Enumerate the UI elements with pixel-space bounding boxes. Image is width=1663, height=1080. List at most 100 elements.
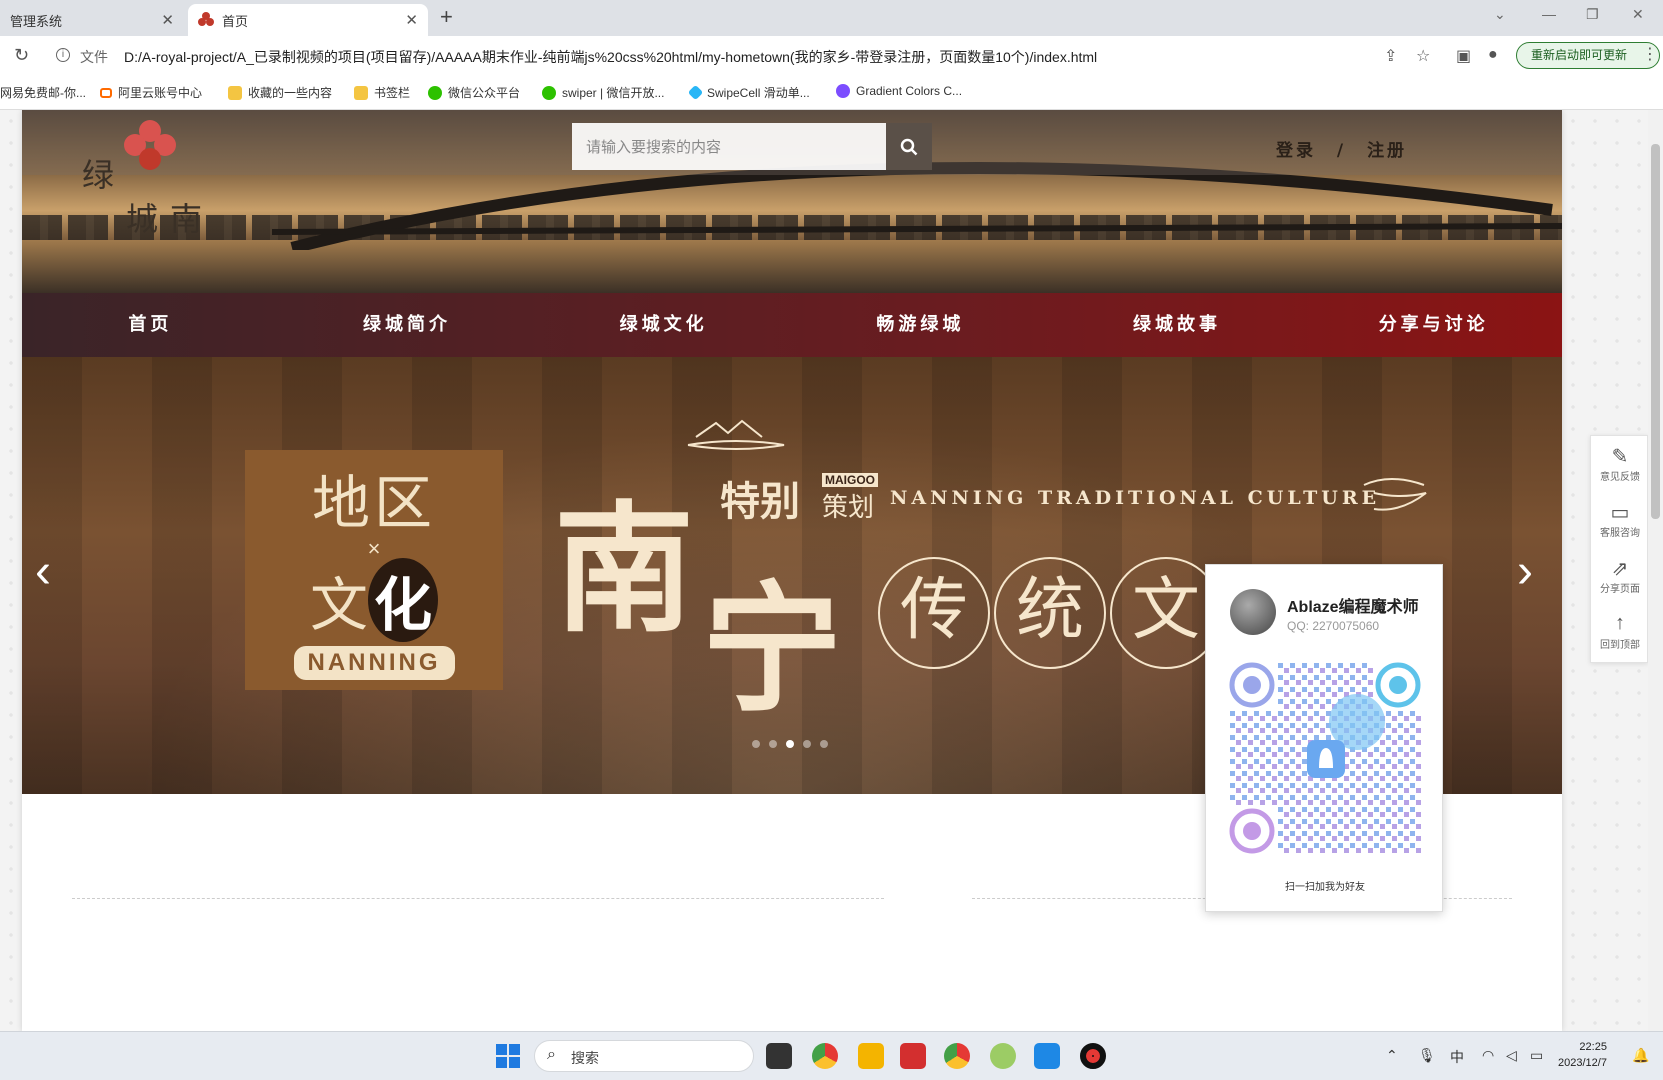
notification-bell-icon[interactable]: 🔔 xyxy=(1632,1047,1649,1064)
scroll-thumb[interactable] xyxy=(1651,144,1660,519)
side-panel-icon[interactable]: ▣ xyxy=(1456,46,1471,66)
auth-links: 登录 / 注册 xyxy=(1270,136,1413,161)
cloud-swirl-icon xyxy=(1363,478,1427,511)
register-link[interactable]: 注册 xyxy=(1367,141,1407,161)
slider-dot[interactable] xyxy=(820,740,828,748)
site-logo[interactable]: 绿 城 南 xyxy=(64,116,204,238)
bookmark-star-icon[interactable]: ☆ xyxy=(1416,46,1430,66)
slide-cehua: 策划 xyxy=(822,493,875,523)
slide-maigoo: MAIGOO xyxy=(822,473,878,487)
close-icon[interactable]: ✕ xyxy=(161,11,174,29)
profile-icon[interactable]: ● xyxy=(1488,46,1498,64)
page-scrollbar[interactable] xyxy=(1648,110,1663,1031)
wechat-icon xyxy=(428,85,442,100)
window-close-icon[interactable]: ✕ xyxy=(1632,6,1644,23)
bookmark-item[interactable]: 书签栏 xyxy=(354,84,410,101)
tab-search-chevron-icon[interactable]: ⌄ xyxy=(1494,6,1506,23)
logo-char: 绿 xyxy=(82,156,115,194)
nav-home[interactable]: 首页 xyxy=(22,293,279,357)
browser-tab-bar: 管理系统 ✕ 首页 ✕ + ⌄ — ❐ ✕ xyxy=(0,0,1663,36)
bookmark-item[interactable]: Gradient Colors C... xyxy=(836,84,962,98)
close-icon[interactable]: ✕ xyxy=(405,11,418,29)
page-viewport: 绿 城 南 登录 / 注册 首页 绿城简 xyxy=(0,110,1663,1031)
slider-prev-arrow[interactable]: ‹ xyxy=(28,547,58,597)
tray-chevron-icon[interactable]: ⌃ xyxy=(1386,1047,1398,1064)
maximize-icon[interactable]: ❐ xyxy=(1586,6,1599,23)
logo-char: 南 xyxy=(170,200,203,238)
task-view-icon[interactable] xyxy=(766,1043,792,1069)
bookmark-item[interactable]: 收藏的一些内容 xyxy=(228,84,332,101)
wifi-icon[interactable]: ◠ xyxy=(1482,1047,1494,1064)
app-icon[interactable] xyxy=(990,1043,1016,1069)
nav-intro[interactable]: 绿城简介 xyxy=(279,293,536,357)
slide-box-line2: 文化 xyxy=(245,558,503,642)
back-to-top-button[interactable]: ↑ 回到顶部 xyxy=(1591,604,1649,660)
header-banner: 绿 城 南 登录 / 注册 xyxy=(22,110,1562,293)
site-favicon-icon xyxy=(198,12,214,28)
logo-char: 城 xyxy=(126,200,159,238)
slider-dot[interactable] xyxy=(786,740,794,748)
tab-admin-system[interactable]: 管理系统 ✕ xyxy=(0,4,184,36)
qq-name: Ablaze编程魔术师 xyxy=(1287,599,1419,616)
bookmark-item[interactable]: 网易免费邮-你... xyxy=(0,84,86,101)
bookmark-item[interactable]: swiper | 微信开放... xyxy=(542,84,664,101)
customer-service-button[interactable]: ▭ 客服咨询 xyxy=(1591,492,1649,548)
search-button[interactable] xyxy=(886,123,932,170)
slide-special: 特别 xyxy=(720,478,800,525)
feedback-button[interactable]: ✎ 意见反馈 xyxy=(1591,436,1649,492)
page-container: 绿 城 南 登录 / 注册 首页 绿城简 xyxy=(22,110,1562,1031)
slider-dot[interactable] xyxy=(769,740,777,748)
volume-icon[interactable]: ◁ xyxy=(1506,1047,1517,1064)
qq-caption: 扫一扫加我为好友 xyxy=(1285,882,1365,893)
system-clock[interactable]: 22:25 2023/12/7 xyxy=(1558,1039,1607,1071)
bookmark-item[interactable]: 微信公众平台 xyxy=(428,84,520,101)
nav-travel[interactable]: 畅游绿城 xyxy=(792,293,1049,357)
wechat-icon xyxy=(542,85,556,100)
microphone-icon[interactable]: 🎙 xyxy=(1418,1047,1436,1064)
tab-home[interactable]: 首页 ✕ xyxy=(188,4,428,36)
login-link[interactable]: 登录 xyxy=(1276,141,1316,161)
section-divider xyxy=(72,898,884,899)
slider-dot[interactable] xyxy=(752,740,760,748)
slide-big-char: 南 xyxy=(554,488,695,652)
slide-box-line1: 地区 xyxy=(311,469,436,537)
bookmark-item[interactable]: 阿里云账号中心 xyxy=(100,84,202,101)
battery-icon[interactable]: ▭ xyxy=(1530,1047,1543,1064)
slider-dot[interactable] xyxy=(803,740,811,748)
share-page-button[interactable]: ⇗ 分享页面 xyxy=(1591,548,1649,604)
file-explorer-icon[interactable] xyxy=(858,1043,884,1069)
minimize-icon[interactable]: — xyxy=(1542,6,1556,22)
search-input[interactable] xyxy=(572,123,886,170)
wps-icon[interactable] xyxy=(900,1043,926,1069)
slider-next-arrow[interactable]: › xyxy=(1510,547,1540,597)
address-bar: ↻ i 文件 D:/A-royal-project/A_已录制视频的项目(项目留… xyxy=(0,36,1663,76)
record-icon[interactable] xyxy=(1080,1043,1106,1069)
ime-indicator[interactable]: 中 xyxy=(1450,1047,1464,1067)
new-tab-icon[interactable]: + xyxy=(440,4,453,30)
update-button[interactable]: 重新启动即可更新 xyxy=(1516,42,1660,69)
taskbar-search[interactable]: ⌕ 搜索 xyxy=(534,1040,754,1072)
chrome-icon[interactable] xyxy=(812,1043,838,1069)
windows-start-icon[interactable] xyxy=(496,1044,520,1068)
slide-region-culture-box: 地区 × 文化 NANNING xyxy=(245,450,503,690)
qr-code-icon xyxy=(1229,662,1422,855)
info-icon[interactable]: i xyxy=(56,48,70,62)
search-icon xyxy=(900,138,918,155)
menu-dots-icon[interactable]: ⋮ xyxy=(1642,44,1658,64)
qq-number: QQ: 2270075060 xyxy=(1287,619,1380,633)
slide-box-pill: NANNING xyxy=(293,646,455,680)
monitor-icon: ▭ xyxy=(1610,502,1630,524)
slide-box-times: × xyxy=(367,536,381,561)
arrow-up-icon: ↑ xyxy=(1615,612,1625,634)
reload-icon[interactable]: ↻ xyxy=(14,45,29,66)
cloud-mountain-icon xyxy=(687,419,785,450)
slide-english-title: NANNING TRADITIONAL CULTURE xyxy=(890,487,1381,509)
vscode-icon[interactable] xyxy=(1034,1043,1060,1069)
url-text[interactable]: D:/A-royal-project/A_已录制视频的项目(项目留存)/AAAA… xyxy=(124,47,1097,67)
bookmark-item[interactable]: SwipeCell 滑动单... xyxy=(687,84,810,101)
nav-stories[interactable]: 绿城故事 xyxy=(1049,293,1306,357)
chrome-icon[interactable] xyxy=(944,1043,970,1069)
nav-culture[interactable]: 绿城文化 xyxy=(535,293,792,357)
nav-share-discuss[interactable]: 分享与讨论 xyxy=(1305,293,1562,357)
share-page-icon[interactable]: ⇪ xyxy=(1384,46,1397,66)
